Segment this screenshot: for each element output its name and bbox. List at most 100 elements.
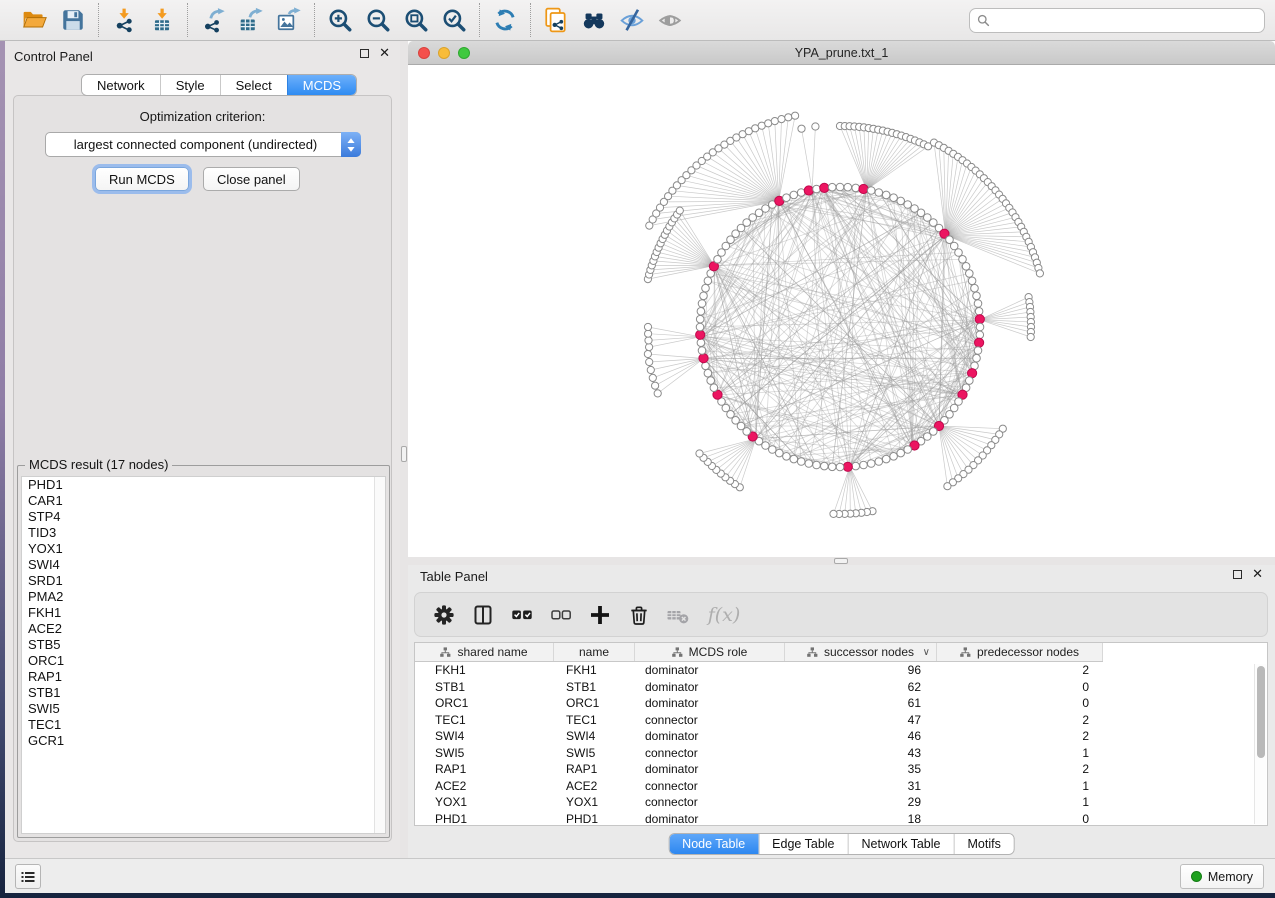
- close-panel-icon[interactable]: ✕: [379, 48, 390, 58]
- search-input[interactable]: [995, 10, 1257, 31]
- table-row[interactable]: SWI4SWI4dominator462: [415, 728, 1267, 745]
- mcds-result-item[interactable]: PMA2: [22, 589, 385, 605]
- save-session-button[interactable]: [54, 4, 92, 36]
- first-neighbors-button[interactable]: [575, 4, 613, 36]
- column-header-name[interactable]: name: [554, 643, 635, 661]
- mcds-list-scrollbar[interactable]: [374, 477, 385, 833]
- mcds-result-item[interactable]: RAP1: [22, 669, 385, 685]
- tab-style[interactable]: Style: [160, 75, 220, 95]
- mcds-result-item[interactable]: TEC1: [22, 717, 385, 733]
- memory-label: Memory: [1208, 870, 1253, 884]
- table-row[interactable]: STB1STB1dominator620: [415, 679, 1267, 696]
- column-header-successor-nodes[interactable]: successor nodes∨: [785, 643, 937, 661]
- horizontal-splitter[interactable]: [408, 557, 1275, 565]
- float-table-panel-icon[interactable]: [1233, 570, 1242, 579]
- tab-select[interactable]: Select: [220, 75, 287, 95]
- mcds-result-item[interactable]: ORC1: [22, 653, 385, 669]
- column-header-MCDS-role[interactable]: MCDS role: [635, 643, 785, 661]
- list-icon: [20, 869, 36, 885]
- float-panel-icon[interactable]: [360, 49, 369, 58]
- horizontal-splitter-handle[interactable]: [834, 558, 848, 564]
- tab-edge-table[interactable]: Edge Table: [758, 834, 847, 854]
- deselect-all-button[interactable]: [546, 600, 576, 630]
- mcds-result-list[interactable]: PHD1CAR1STP4TID3YOX1SWI4SRD1PMA2FKH1ACE2…: [21, 476, 386, 834]
- mcds-result-item[interactable]: SWI4: [22, 557, 385, 573]
- column-header-shared-name[interactable]: shared name: [415, 643, 554, 661]
- zoom-selected-button[interactable]: [435, 4, 473, 36]
- table-row[interactable]: SWI5SWI5connector431: [415, 745, 1267, 762]
- refresh-button[interactable]: [486, 4, 524, 36]
- network-from-selection-button[interactable]: [537, 4, 575, 36]
- tab-node-table[interactable]: Node Table: [669, 834, 758, 854]
- zoom-out-icon: [365, 7, 391, 33]
- hide-selection-button[interactable]: [613, 4, 651, 36]
- table-scrollbar[interactable]: [1254, 664, 1266, 824]
- table-row[interactable]: RAP1RAP1dominator352: [415, 761, 1267, 778]
- table-body: FKH1FKH1dominator962STB1STB1dominator620…: [415, 662, 1267, 826]
- mcds-result-item[interactable]: STP4: [22, 509, 385, 525]
- mcds-result-title: MCDS result (17 nodes): [25, 457, 172, 472]
- tab-network[interactable]: Network: [82, 75, 160, 95]
- table-scrollbar-thumb[interactable]: [1257, 666, 1265, 758]
- column-header-predecessor-nodes[interactable]: predecessor nodes: [937, 643, 1103, 661]
- mcds-result-item[interactable]: SWI5: [22, 701, 385, 717]
- vertical-splitter[interactable]: [400, 41, 408, 858]
- table-row[interactable]: ORC1ORC1dominator610: [415, 695, 1267, 712]
- column-view-button[interactable]: [468, 600, 498, 630]
- close-table-panel-icon[interactable]: ✕: [1252, 569, 1263, 579]
- export-table-button[interactable]: [232, 4, 270, 36]
- table-row[interactable]: YOX1YOX1connector291: [415, 794, 1267, 811]
- tab-mcds[interactable]: MCDS: [287, 75, 356, 95]
- search-icon: [977, 14, 990, 27]
- search-box: [969, 8, 1265, 33]
- export-image-button[interactable]: [270, 4, 308, 36]
- add-button[interactable]: [585, 600, 615, 630]
- table-cell: PHD1: [554, 812, 635, 826]
- table-row[interactable]: PHD1PHD1dominator180: [415, 811, 1267, 827]
- mcds-result-item[interactable]: STB1: [22, 685, 385, 701]
- column-label: successor nodes: [824, 645, 914, 659]
- open-file-button[interactable]: [16, 4, 54, 36]
- table-cell: dominator: [635, 762, 785, 776]
- mcds-result-item[interactable]: CAR1: [22, 493, 385, 509]
- select-all-button[interactable]: [507, 600, 537, 630]
- zoom-out-button[interactable]: [359, 4, 397, 36]
- mcds-result-item[interactable]: YOX1: [22, 541, 385, 557]
- tab-network-table[interactable]: Network Table: [848, 834, 954, 854]
- run-mcds-button[interactable]: Run MCDS: [95, 167, 189, 191]
- export-network-button[interactable]: [194, 4, 232, 36]
- mcds-result-item[interactable]: ACE2: [22, 621, 385, 637]
- table-cell: 1: [937, 746, 1103, 760]
- control-panel-tabs: NetworkStyleSelectMCDS: [81, 74, 357, 96]
- network-window: YPA_prune.txt_1: [408, 41, 1275, 557]
- settings-button[interactable]: [429, 600, 459, 630]
- table-cell: FKH1: [415, 663, 554, 677]
- table-cell: RAP1: [415, 762, 554, 776]
- mcds-result-item[interactable]: SRD1: [22, 573, 385, 589]
- table-row[interactable]: ACE2ACE2connector311: [415, 778, 1267, 795]
- vertical-splitter-handle[interactable]: [401, 446, 407, 462]
- table-cell: 35: [785, 762, 937, 776]
- memory-button[interactable]: Memory: [1180, 864, 1264, 889]
- zoom-in-button[interactable]: [321, 4, 359, 36]
- table-row[interactable]: FKH1FKH1dominator962: [415, 662, 1267, 679]
- mcds-result-item[interactable]: FKH1: [22, 605, 385, 621]
- table-header-row: shared namenameMCDS rolesuccessor nodes∨…: [415, 643, 1103, 662]
- close-panel-button[interactable]: Close panel: [203, 167, 300, 191]
- table-column-icon: [960, 647, 971, 658]
- network-canvas[interactable]: [408, 65, 1275, 557]
- mcds-result-item[interactable]: TID3: [22, 525, 385, 541]
- table-row[interactable]: TEC1TEC1connector472: [415, 712, 1267, 729]
- mcds-result-item[interactable]: GCR1: [22, 733, 385, 749]
- column-view-icon: [471, 603, 495, 627]
- import-network-button[interactable]: [105, 4, 143, 36]
- delete-button[interactable]: [624, 600, 654, 630]
- mcds-result-item[interactable]: PHD1: [22, 477, 385, 493]
- add-icon: [588, 603, 612, 627]
- tab-motifs[interactable]: Motifs: [953, 834, 1013, 854]
- mcds-result-item[interactable]: STB5: [22, 637, 385, 653]
- zoom-fit-button[interactable]: [397, 4, 435, 36]
- import-table-button[interactable]: [143, 4, 181, 36]
- criterion-dropdown[interactable]: largest connected component (undirected): [45, 132, 361, 157]
- task-history-button[interactable]: [15, 864, 41, 889]
